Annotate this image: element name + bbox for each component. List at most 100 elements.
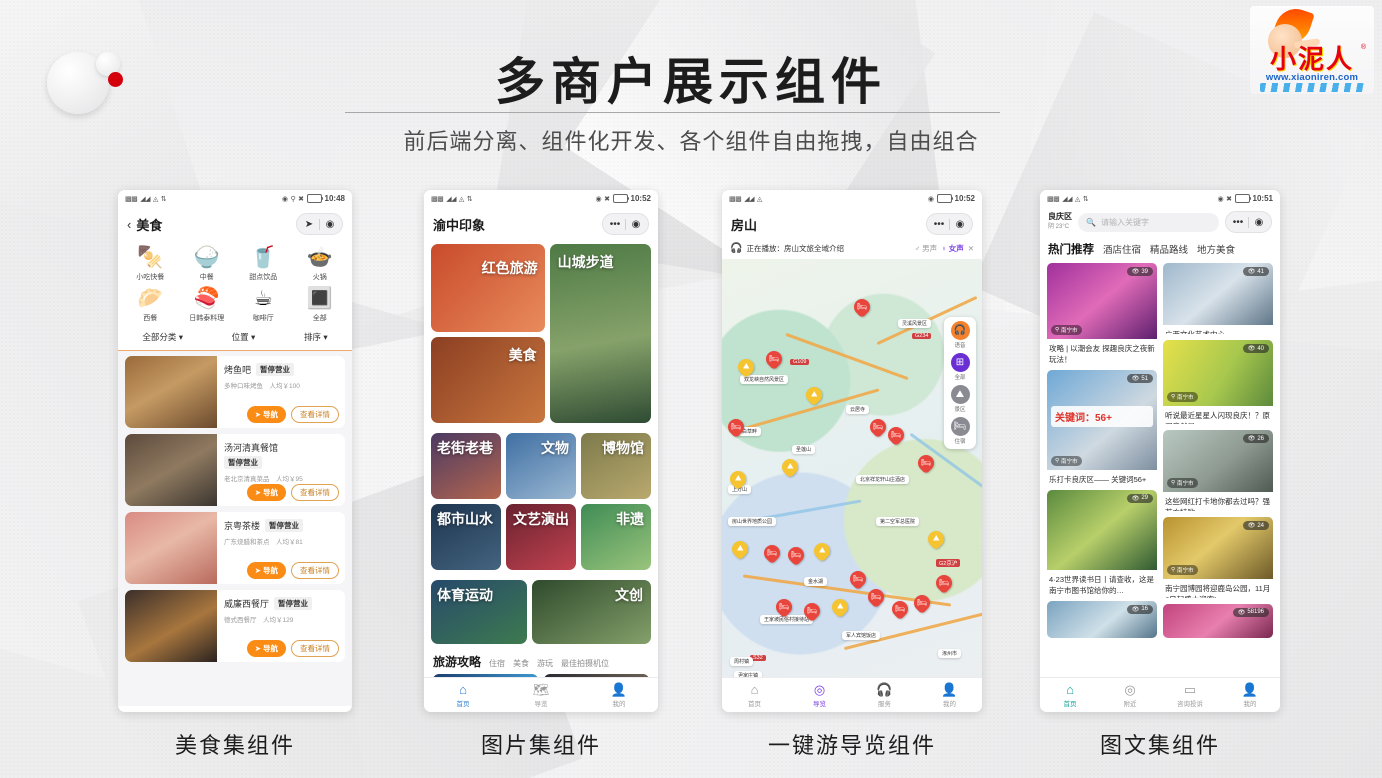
category-item-snack[interactable]: 🍢 小吃快餐 <box>122 246 179 282</box>
tile-food[interactable]: 美食 <box>431 337 545 423</box>
category-item-asian[interactable]: 🍣 日韩泰料理 <box>179 287 236 323</box>
tab-home[interactable]: ⌂ 首页 <box>1040 683 1100 708</box>
target-icon[interactable]: ◉ <box>320 219 340 230</box>
tab-complaint[interactable]: ▭ 咨询投诉 <box>1160 683 1220 708</box>
close-icon[interactable]: ✕ <box>968 244 974 253</box>
map-label[interactable]: 北京祥龙轩山庄酒店 <box>856 475 909 484</box>
feed-card[interactable]: 👁24 ⚲南宁市 南宁园博园将迎鹿岛公园，11月6日起盛大迎客! <box>1163 517 1273 598</box>
target-icon[interactable]: ◉ <box>1249 217 1269 228</box>
category-item-dessert[interactable]: 🥤 甜点饮品 <box>235 246 292 282</box>
tab-localfood[interactable]: 地方美食 <box>1197 242 1235 256</box>
tile-city-landscape[interactable]: 都市山水 <box>431 504 501 570</box>
tab-home[interactable]: ⌂ 首页 <box>424 683 502 708</box>
list-item[interactable]: 烤鱼吧 暂停营业 多种口味烤鱼 人均￥100 ➤导航 查看详情 <box>125 356 345 428</box>
guide-tab-photo[interactable]: 最佳拍摄机位 <box>561 658 609 669</box>
tab-guide[interactable]: 🗺 导览 <box>502 683 580 708</box>
feed-card[interactable]: 👁58196 <box>1163 604 1273 638</box>
map-label[interactable]: 第二空军总医院 <box>876 517 919 526</box>
tab-mine[interactable]: 👤 我的 <box>1220 683 1280 708</box>
map-tool-all[interactable]: ⊞ 全部 <box>944 353 976 381</box>
miniapp-capsule[interactable]: ••• ◉ <box>1225 211 1272 233</box>
feed-card[interactable]: 👁29 4·23世界读书日丨请查收，这是南宁市图书馆给你的… <box>1047 490 1157 595</box>
map-marker-scenic[interactable]: ⛰ <box>730 471 746 491</box>
list-item[interactable]: 威廉西餐厅 暂停营业 德式西餐厅 人均￥129 ➤导航 查看详情 <box>125 590 345 662</box>
tab-service[interactable]: 🎧 服务 <box>852 683 917 708</box>
navigate-icon[interactable]: ➤ <box>299 219 319 230</box>
map-label[interactable]: 圣莲山 <box>792 445 815 454</box>
map-marker-hotel[interactable]: 🛏 <box>892 601 908 621</box>
tile-sports[interactable]: 体育运动 <box>431 580 527 644</box>
filter-category[interactable]: 全部分类 ▾ <box>142 331 183 343</box>
map-marker-hotel[interactable]: 🛏 <box>936 575 952 595</box>
tab-mine[interactable]: 👤 我的 <box>917 683 982 708</box>
map-marker-scenic[interactable]: ⛰ <box>814 543 830 563</box>
voice-male-option[interactable]: ♂男声 <box>914 243 937 254</box>
interactive-map[interactable]: G109 G234 G2京沪 S32 双龙峡自然风景区 灵溪风景区 白草畔 圣莲… <box>722 259 982 694</box>
tile-museum[interactable]: 博物馆 <box>581 433 651 499</box>
map-label[interactable]: 灵溪风景区 <box>898 319 931 328</box>
category-item-coffee[interactable]: ☕ 咖啡厅 <box>235 287 292 323</box>
map-marker-hotel[interactable]: 🛏 <box>868 589 884 609</box>
back-icon[interactable]: ‹ <box>127 217 131 232</box>
miniapp-capsule[interactable]: ➤ ◉ <box>296 213 343 235</box>
map-marker-hotel[interactable]: 🛏 <box>766 351 782 371</box>
tab-guide[interactable]: ◎ 导览 <box>787 683 852 708</box>
tile-intangible-heritage[interactable]: 非遗 <box>581 504 651 570</box>
tab-routes[interactable]: 精品路线 <box>1150 242 1188 256</box>
map-tool-stay[interactable]: 🛏 住宿 <box>944 417 976 445</box>
audio-player-bar[interactable]: 🎧 正在播放：房山文旅全域介绍 ♂男声 ♀女声 ✕ <box>722 239 982 259</box>
map-marker-hotel[interactable]: 🛏 <box>764 545 780 565</box>
map-label[interactable]: 军人宾馆饭店 <box>842 631 880 640</box>
more-icon[interactable]: ••• <box>929 219 949 230</box>
list-item[interactable]: 京粤茶楼 暂停营业 广东烧腊和茶点 人均￥81 ➤导航 查看详情 <box>125 512 345 584</box>
tab-mine[interactable]: 👤 我的 <box>580 683 658 708</box>
map-marker-hotel[interactable]: 🛏 <box>788 547 804 567</box>
miniapp-capsule[interactable]: ••• ◉ <box>602 213 649 235</box>
target-icon[interactable]: ◉ <box>950 219 970 230</box>
map-marker-hotel[interactable]: 🛏 <box>850 571 866 591</box>
location-block[interactable]: 良庆区 阴 23°C <box>1048 212 1072 232</box>
feed-card[interactable]: 👁39 ⚲南宁市 攻略 | 以潮会友 探趣良庆之夜新玩法！ <box>1047 263 1157 364</box>
feed-card[interactable]: 👁16 <box>1047 601 1157 638</box>
map-label[interactable]: 房山世界地质公园 <box>728 517 776 526</box>
category-item-chinese[interactable]: 🍚 中餐 <box>179 246 236 282</box>
map-marker-scenic[interactable]: ⛰ <box>738 359 754 379</box>
feed-card[interactable]: 👁51 关键词：56+ ⚲南宁市 乐打卡良庆区—— 关键词56+ <box>1047 370 1157 483</box>
detail-button[interactable]: 查看详情 <box>291 640 339 657</box>
voice-female-option[interactable]: ♀女声 <box>941 243 964 254</box>
map-marker-hotel[interactable]: 🛏 <box>918 455 934 475</box>
map-marker-hotel[interactable]: 🛏 <box>804 603 820 623</box>
target-icon[interactable]: ◉ <box>626 219 646 230</box>
tab-nearby[interactable]: ◎ 附近 <box>1100 683 1160 708</box>
map-marker-scenic[interactable]: ⛰ <box>732 541 748 561</box>
detail-button[interactable]: 查看详情 <box>291 484 339 501</box>
map-marker-scenic[interactable]: ⛰ <box>806 387 822 407</box>
map-tool-scenic[interactable]: ⛰ 景区 <box>944 385 976 413</box>
map-label[interactable]: 金水湖 <box>804 577 827 586</box>
tab-home[interactable]: ⌂ 首页 <box>722 683 787 708</box>
guide-tab-play[interactable]: 游玩 <box>537 658 553 669</box>
guide-tab-stay[interactable]: 住宿 <box>489 658 505 669</box>
tile-cultural-creative[interactable]: 文创 <box>532 580 651 644</box>
map-marker-hotel[interactable]: 🛏 <box>728 419 744 439</box>
feed-card[interactable]: 👁41 广西文化艺术中心 <box>1163 263 1273 334</box>
map-label[interactable]: 涿州市 <box>938 649 961 658</box>
navigate-button[interactable]: ➤导航 <box>247 640 286 657</box>
map-marker-scenic[interactable]: ⛰ <box>832 599 848 619</box>
navigate-button[interactable]: ➤导航 <box>247 406 286 423</box>
more-icon[interactable]: ••• <box>605 219 625 230</box>
map-label[interactable]: 云居寺 <box>846 405 869 414</box>
tab-hot[interactable]: 热门推荐 <box>1048 241 1094 257</box>
map-marker-scenic[interactable]: ⛰ <box>782 459 798 479</box>
feed-card[interactable]: 👁26 ⚲南宁市 这些网红打卡地你都去过吗？强荐方特哟~ <box>1163 430 1273 511</box>
search-input[interactable]: 🔍 请输入关键字 <box>1078 213 1219 232</box>
detail-button[interactable]: 查看详情 <box>291 406 339 423</box>
tile-old-lanes[interactable]: 老街老巷 <box>431 433 501 499</box>
tile-mountain-walk[interactable]: 山城步道 <box>550 244 651 423</box>
map-tool-voice[interactable]: 🎧 语音 <box>944 321 976 349</box>
map-marker-hotel[interactable]: 🛏 <box>776 599 792 619</box>
map-marker-scenic[interactable]: ⛰ <box>928 531 944 551</box>
feed-card[interactable]: 👁40 ⚲南宁市 听说最近星星人闪现良庆！？原因竟然是…… <box>1163 340 1273 424</box>
map-marker-hotel[interactable]: 🛏 <box>870 419 886 439</box>
category-item-western[interactable]: 🥟 西餐 <box>122 287 179 323</box>
